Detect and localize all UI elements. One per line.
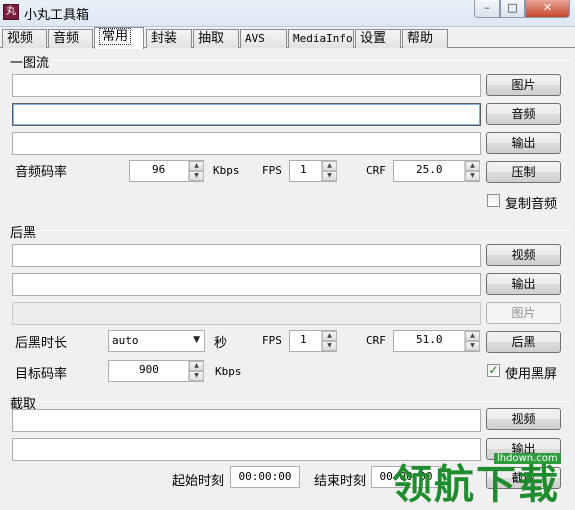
spin-down-icon[interactable]: ▼	[465, 341, 480, 351]
target-bitrate-spinner[interactable]: 900 ▲ ▼	[108, 360, 204, 382]
black-duration-combo[interactable]: auto ▼	[108, 330, 205, 352]
black-picture-button: 图片	[486, 302, 561, 324]
start-time-field[interactable]: 00:00:00	[230, 466, 300, 488]
encode-button[interactable]: 压制	[486, 161, 561, 183]
crf-label: CRF	[366, 164, 386, 177]
spin-up-icon[interactable]: ▲	[322, 331, 337, 341]
spin-up-icon[interactable]: ▲	[465, 331, 480, 341]
fps-value: 1	[300, 163, 307, 176]
audio-bitrate-label: 音频码率	[15, 165, 68, 180]
black-duration-value: auto	[112, 334, 139, 347]
window-title: 小丸工具箱	[24, 8, 90, 23]
watermark-logo: 领航下载	[392, 462, 560, 508]
audio-bitrate-spinner[interactable]: 96 ▲ ▼	[129, 160, 204, 182]
tab-strip: 视频 音频 常用 封装 抽取 AVS MediaInfo 设置 帮助	[0, 27, 575, 49]
black-fps-spinner[interactable]: 1 ▲ ▼	[289, 330, 337, 352]
crf-spinner[interactable]: 25.0 ▲ ▼	[393, 160, 480, 182]
spin-up-icon[interactable]: ▲	[189, 161, 204, 171]
tab-settings[interactable]: 设置	[355, 29, 401, 48]
black-crf-arrows: ▲ ▼	[464, 331, 480, 351]
copy-audio-label: 复制音频	[505, 197, 558, 212]
tab-avs[interactable]: AVS	[240, 29, 287, 48]
target-bitrate-arrows: ▲ ▼	[188, 361, 204, 381]
output-button[interactable]: 输出	[486, 132, 561, 154]
spin-up-icon[interactable]: ▲	[465, 161, 480, 171]
black-video-button[interactable]: 视频	[486, 244, 561, 266]
black-picture-field	[12, 302, 481, 325]
target-bitrate-unit: Kbps	[215, 365, 242, 378]
minimize-button[interactable]: –	[474, 0, 500, 18]
spin-up-icon[interactable]: ▲	[189, 361, 204, 371]
app-icon: 丸	[3, 4, 19, 20]
spin-up-icon[interactable]: ▲	[322, 161, 337, 171]
spin-down-icon[interactable]: ▼	[189, 371, 204, 381]
clip-video-field[interactable]	[12, 409, 481, 432]
tab-common-label: 常用	[99, 28, 132, 45]
group-title-onepic: 一图流	[8, 52, 52, 71]
target-bitrate-label: 目标码率	[15, 367, 68, 382]
spin-down-icon[interactable]: ▼	[465, 171, 480, 181]
audio-bitrate-arrows: ▲ ▼	[188, 161, 204, 181]
use-black-label: 使用黑屏	[505, 367, 558, 382]
audio-bitrate-unit: Kbps	[213, 164, 240, 177]
black-video-field[interactable]	[12, 244, 481, 267]
black-fps-value: 1	[300, 333, 307, 346]
start-time-label: 起始时刻	[172, 474, 225, 489]
black-output-field[interactable]	[12, 273, 481, 296]
copy-audio-checkbox[interactable]	[487, 194, 500, 207]
black-crf-spinner[interactable]: 51.0 ▲ ▼	[393, 330, 480, 352]
fps-spinner[interactable]: 1 ▲ ▼	[289, 160, 337, 182]
picture-path-field[interactable]	[12, 74, 481, 97]
group-divider-clip	[6, 401, 570, 402]
tab-help[interactable]: 帮助	[402, 29, 448, 48]
output-path-field[interactable]	[12, 132, 481, 155]
black-fps-label: FPS	[262, 334, 282, 347]
audio-button[interactable]: 音频	[486, 103, 561, 125]
tab-extract[interactable]: 抽取	[193, 29, 239, 48]
audio-path-field[interactable]	[12, 103, 481, 126]
spin-down-icon[interactable]: ▼	[322, 341, 337, 351]
use-black-checkbox[interactable]: ✓	[487, 364, 500, 377]
fps-label: FPS	[262, 164, 282, 177]
group-divider-black	[6, 230, 570, 231]
chevron-down-icon: ▼	[193, 335, 200, 345]
crf-arrows: ▲ ▼	[464, 161, 480, 181]
audio-bitrate-value: 96	[152, 163, 166, 176]
fps-arrows: ▲ ▼	[321, 161, 337, 181]
end-time-label: 结束时刻	[314, 474, 367, 489]
spin-down-icon[interactable]: ▼	[189, 171, 204, 181]
black-crf-value: 51.0	[416, 333, 443, 346]
tab-common[interactable]: 常用	[94, 27, 144, 49]
black-output-button[interactable]: 输出	[486, 273, 561, 295]
black-crf-label: CRF	[366, 334, 386, 347]
target-bitrate-value: 900	[139, 363, 159, 376]
tab-audio[interactable]: 音频	[48, 29, 93, 48]
black-duration-unit: 秒	[214, 336, 228, 351]
spin-down-icon[interactable]: ▼	[322, 171, 337, 181]
group-title-black: 后黑	[8, 222, 39, 241]
picture-button[interactable]: 图片	[486, 74, 561, 96]
black-run-button[interactable]: 后黑	[486, 331, 561, 353]
group-divider-onepic	[6, 60, 570, 61]
clip-video-button[interactable]: 视频	[486, 408, 561, 430]
maximize-button[interactable]: □	[500, 0, 525, 18]
tab-mediainfo[interactable]: MediaInfo	[288, 29, 354, 48]
tab-mux[interactable]: 封装	[146, 29, 192, 48]
tab-video[interactable]: 视频	[2, 29, 47, 48]
black-fps-arrows: ▲ ▼	[321, 331, 337, 351]
crf-value: 25.0	[416, 163, 443, 176]
close-button[interactable]: ✕	[525, 0, 570, 18]
black-duration-label: 后黑时长	[15, 336, 68, 351]
